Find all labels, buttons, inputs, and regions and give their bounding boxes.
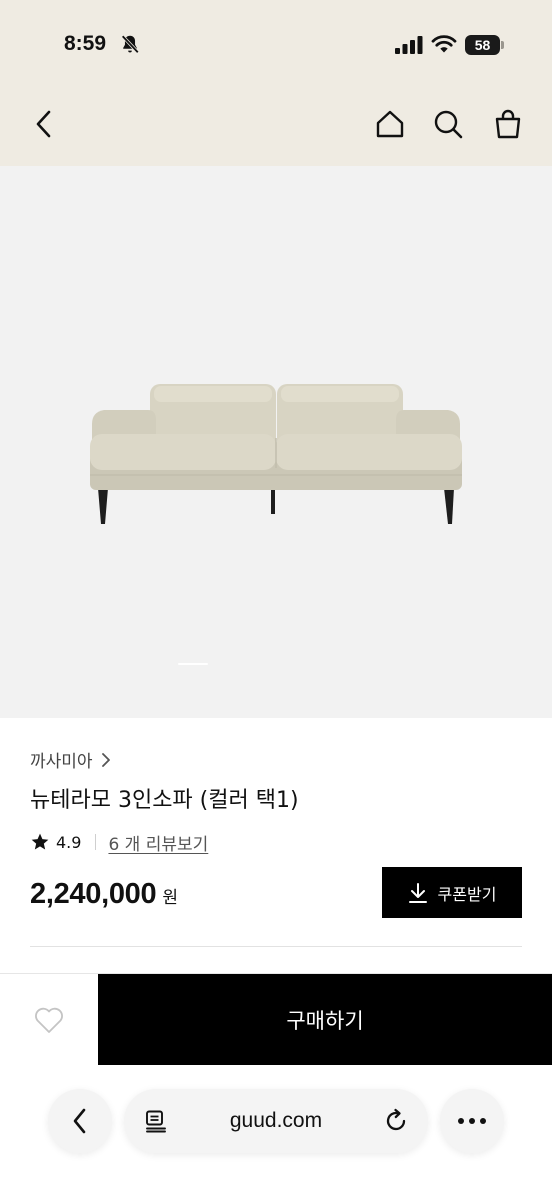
coupon-button[interactable]: 쿠폰받기 — [382, 867, 522, 918]
reload-icon[interactable] — [383, 1108, 409, 1134]
more-dots-icon — [458, 1118, 486, 1124]
section-divider — [30, 946, 522, 947]
cellular-signal-icon — [395, 36, 423, 54]
chevron-left-icon — [73, 1108, 86, 1134]
battery-level: 58 — [465, 35, 500, 55]
address-bar[interactable]: guud.com — [124, 1089, 428, 1153]
home-icon — [376, 110, 404, 138]
search-button[interactable] — [428, 104, 468, 144]
review-link[interactable]: 6 개 리뷰보기 — [108, 830, 208, 855]
coupon-label: 쿠폰받기 — [437, 884, 497, 904]
search-icon — [434, 110, 463, 139]
browser-back-button[interactable] — [48, 1089, 112, 1153]
star-icon — [31, 833, 49, 850]
product-title: 뉴테라모 3인소파 (컬러 택1) — [30, 788, 299, 813]
purchase-button[interactable]: 구매하기 — [98, 974, 552, 1066]
wishlist-button[interactable] — [0, 974, 98, 1066]
gallery-indicator — [178, 663, 208, 665]
top-area: 8:59 58 — [0, 0, 552, 166]
battery-indicator: 58 — [465, 35, 505, 55]
app-header — [0, 88, 552, 166]
home-button[interactable] — [370, 104, 410, 144]
rating-row: 4.9 6 개 리뷰보기 — [30, 830, 208, 855]
download-icon — [408, 882, 427, 903]
battery-cap — [501, 41, 504, 49]
price-row: 2,240,000 원 — [30, 878, 178, 911]
product-image-gallery[interactable] — [0, 166, 552, 718]
browser-more-button[interactable] — [440, 1089, 504, 1153]
brand-name: 까사미아 — [30, 752, 93, 772]
buy-bar: 구매하기 — [0, 973, 552, 1066]
brand-link[interactable]: 까사미아 — [30, 747, 111, 772]
bell-slash-icon — [121, 35, 139, 54]
heart-icon — [35, 1007, 63, 1033]
status-bar: 8:59 58 — [0, 0, 552, 88]
chevron-left-icon — [36, 110, 51, 138]
shopping-bag-icon — [495, 109, 521, 139]
browser-toolbar: guud.com — [0, 1065, 552, 1200]
price-value: 2,240,000 — [30, 878, 157, 910]
product-page: 8:59 58 까사미아 뉴테라모 3인소파 (컬러 택1) 4.9 6 개 리… — [0, 0, 552, 1200]
cart-button[interactable] — [488, 104, 528, 144]
rating-divider — [95, 834, 97, 850]
wifi-icon — [431, 35, 457, 53]
sofa-image — [90, 384, 462, 524]
price-unit: 원 — [162, 888, 178, 908]
back-button[interactable] — [24, 104, 64, 144]
chevron-right-icon — [101, 752, 110, 767]
rating-value: 4.9 — [56, 832, 82, 852]
status-time: 8:59 — [64, 32, 107, 55]
